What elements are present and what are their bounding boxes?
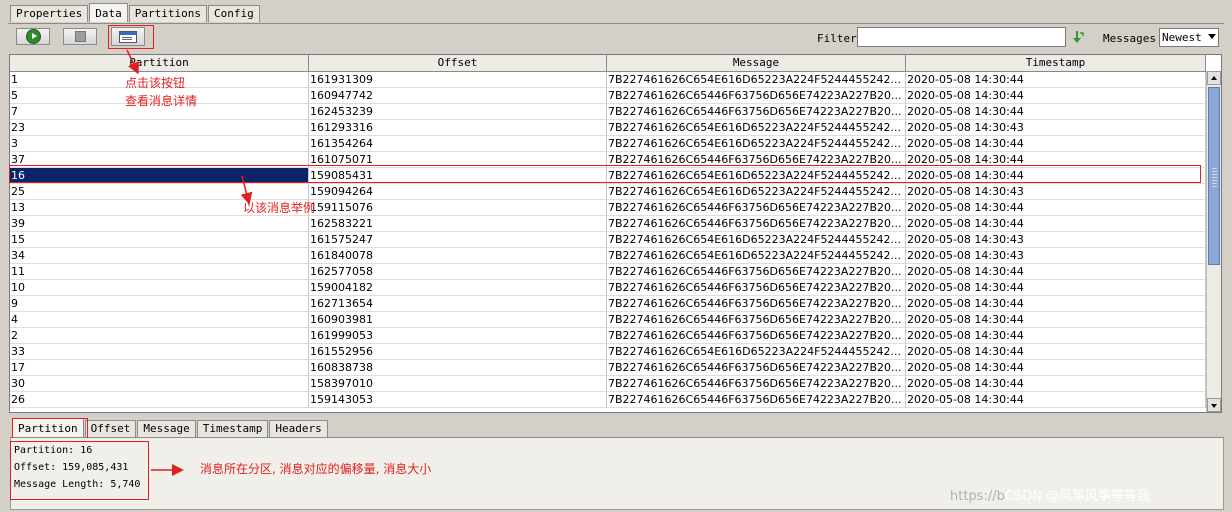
arrow-to-row (240, 175, 253, 205)
watermark-text: CSDN @风筝风筝等等我 (1004, 489, 1151, 504)
arrow-to-button (126, 49, 139, 75)
annotation-detail: 消息所在分区, 消息对应的偏移量, 消息大小 (200, 462, 432, 476)
annotation-button-line-1: 点击该按钮 (125, 76, 186, 90)
watermark: https://bCSDN @风筝风筝等等我 (950, 485, 1150, 504)
watermark-prefix: https://b (950, 489, 1005, 504)
annotation-row: 以该消息举例 (243, 201, 316, 215)
annotation-button-line-2: 查看消息详情 (125, 94, 198, 108)
